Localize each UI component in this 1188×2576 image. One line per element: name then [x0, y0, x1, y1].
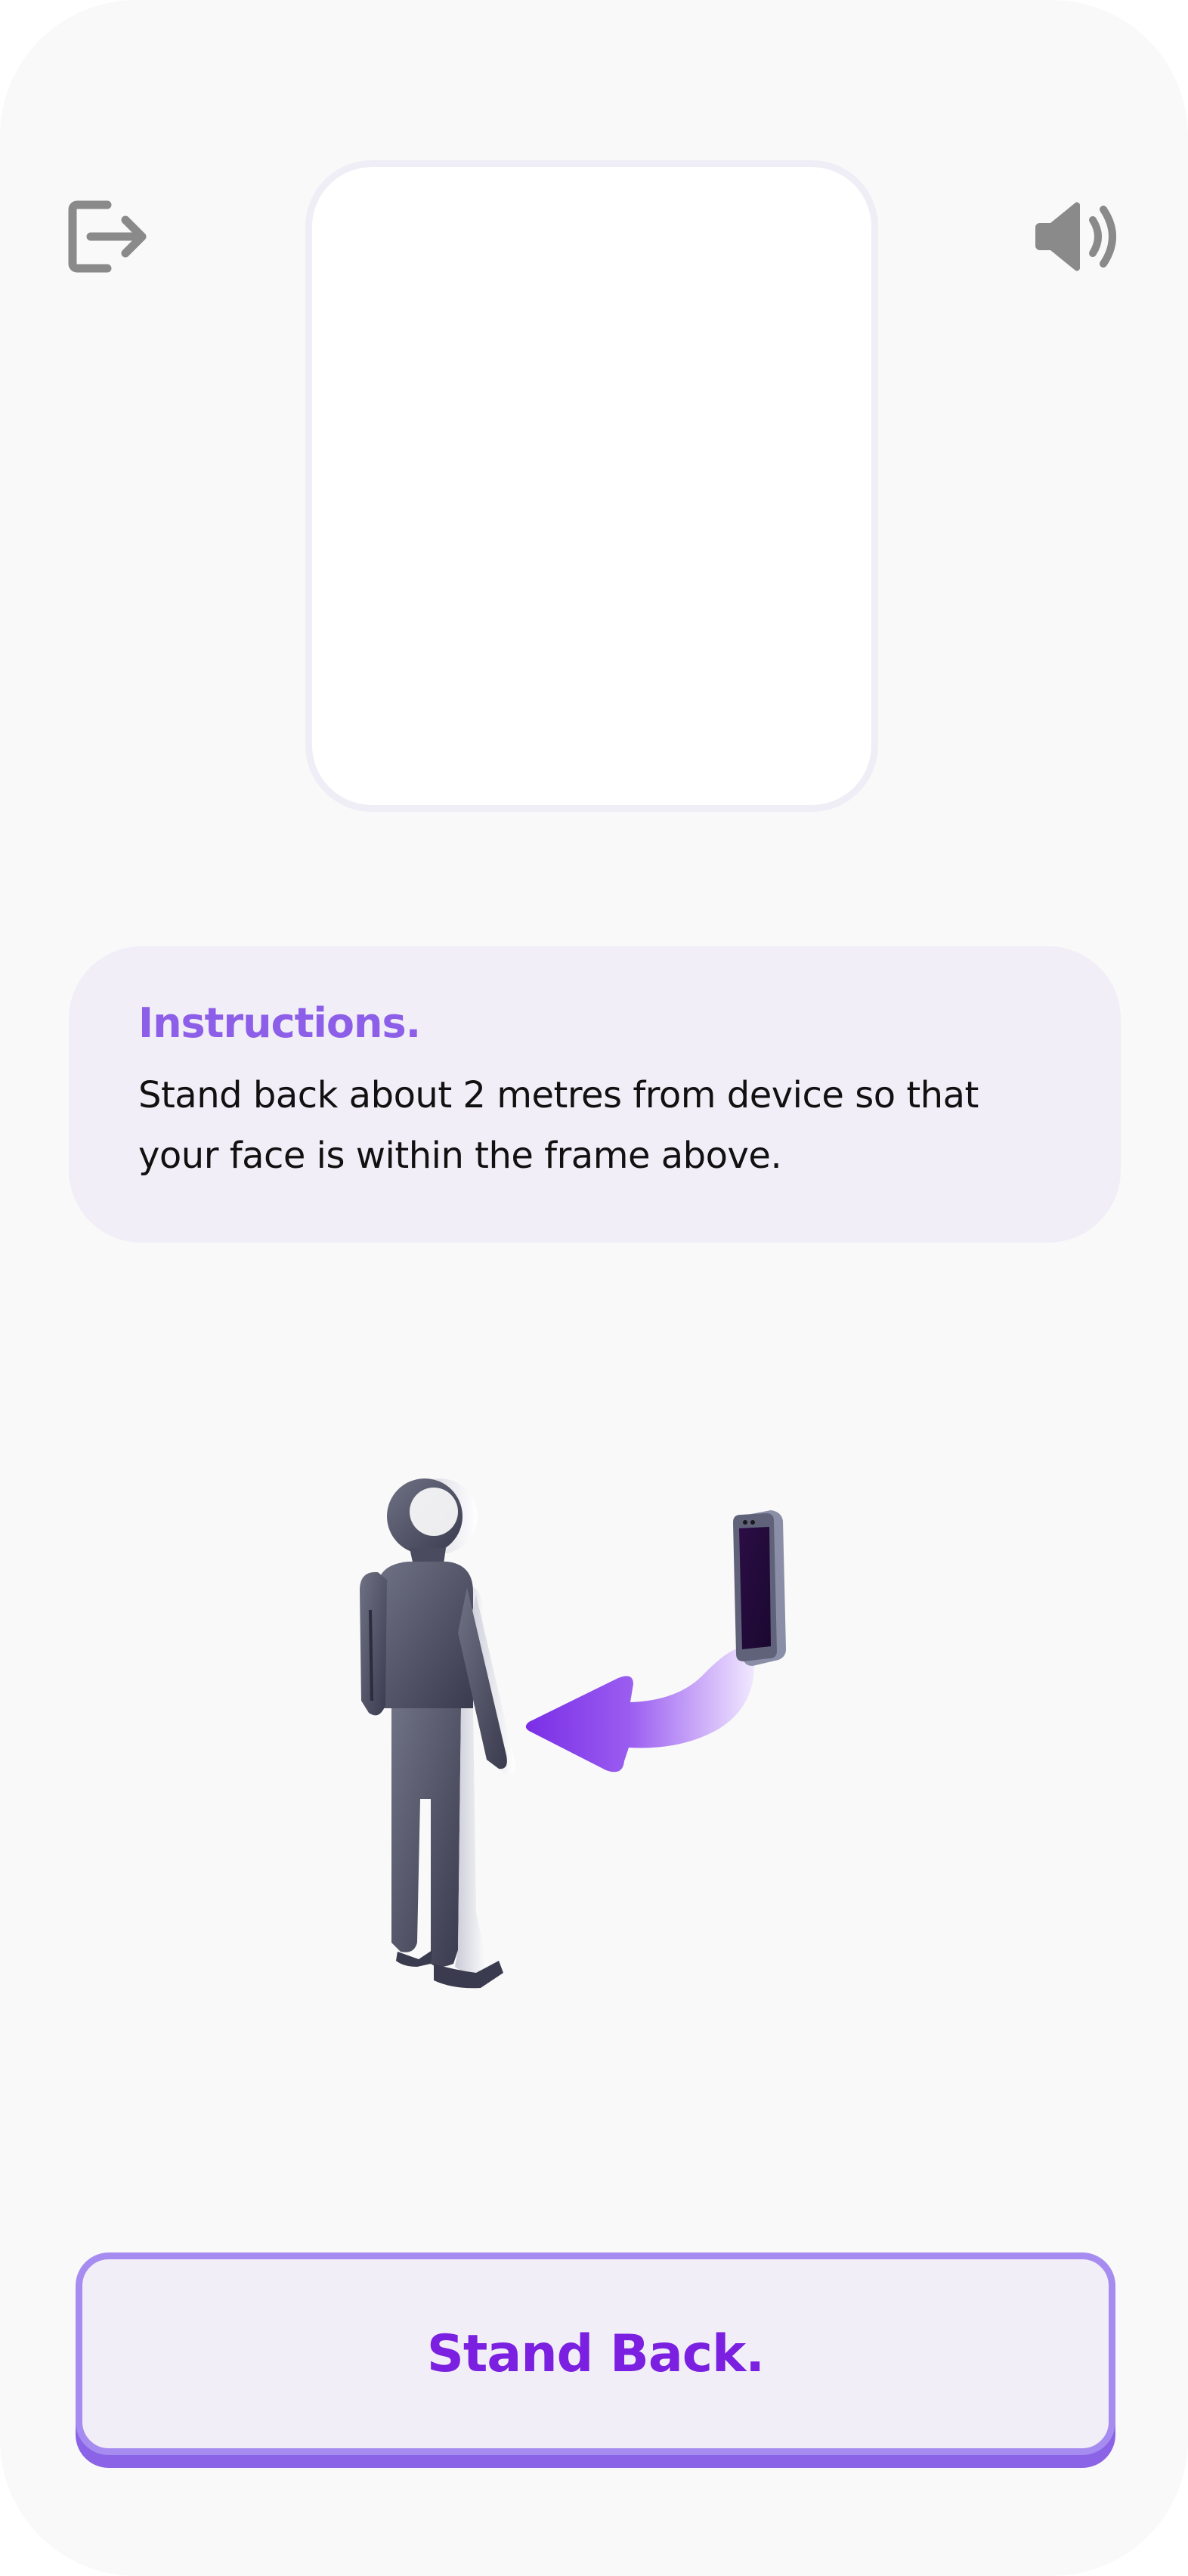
- app-screen: Instructions. Stand back about 2 metres …: [0, 0, 1188, 2576]
- stand-back-button[interactable]: Stand Back.: [76, 2252, 1115, 2455]
- camera-frame: [305, 160, 878, 812]
- stand-back-illustration: [360, 1478, 786, 1989]
- volume-icon: [1035, 202, 1116, 271]
- instructions-line-1: Stand back about 2 metres from device so…: [138, 1074, 979, 1116]
- sound-button[interactable]: [1023, 184, 1129, 289]
- arrow-left-icon: [525, 1647, 754, 1773]
- instructions-panel: Instructions. Stand back about 2 metres …: [69, 946, 1121, 1243]
- stand-back-label: Stand Back.: [426, 2324, 765, 2384]
- exit-button[interactable]: [57, 184, 162, 289]
- exit-icon: [68, 200, 147, 273]
- phone-icon: [733, 1510, 786, 1666]
- instructions-line-2: your face is within the frame above.: [138, 1135, 782, 1177]
- instructions-text: Stand back about 2 metres from device so…: [138, 1065, 1051, 1186]
- instructions-title: Instructions.: [138, 999, 421, 1047]
- person-figure: [360, 1478, 515, 1989]
